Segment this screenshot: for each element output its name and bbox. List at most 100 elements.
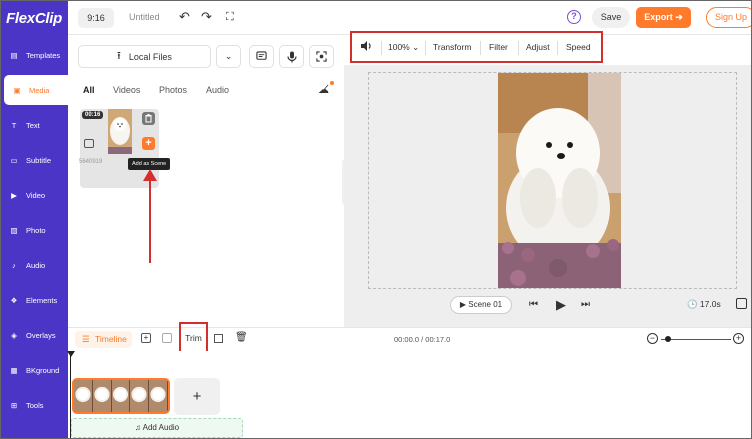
duration-value: 17.0s bbox=[699, 299, 721, 309]
help-icon[interactable]: ? bbox=[567, 10, 581, 24]
project-title[interactable]: Untitled bbox=[129, 12, 160, 22]
sidebar-item-label: Photo bbox=[26, 225, 46, 235]
signup-button[interactable]: Sign Up bbox=[706, 7, 751, 28]
sidebar-item-audio[interactable]: ♪ Audio bbox=[1, 250, 68, 280]
upload-dropdown[interactable]: ⌄ bbox=[216, 45, 241, 68]
timeline-time: 00:00.0 / 00:17.0 bbox=[394, 335, 451, 344]
sidebar-item-label: Audio bbox=[26, 260, 46, 270]
video-icon: ▶ bbox=[11, 190, 17, 200]
divider bbox=[480, 41, 481, 55]
undo-icon[interactable]: ↶ bbox=[179, 10, 190, 24]
templates-icon: ▤ bbox=[10, 50, 18, 60]
export-button[interactable]: Export ➜ bbox=[636, 7, 691, 28]
sidebar-item-label: Elements bbox=[26, 295, 58, 305]
save-button[interactable]: Save bbox=[592, 7, 630, 28]
local-files-label: Local Files bbox=[128, 51, 172, 62]
chevron-down-icon: ⌄ bbox=[409, 42, 420, 52]
sidebar-item-label: Templates bbox=[26, 50, 61, 60]
total-duration: 🕒 17.0s bbox=[687, 299, 721, 310]
music-note-icon: ♫ bbox=[134, 423, 143, 432]
delete-icon[interactable]: 🗑 bbox=[235, 332, 248, 343]
adjust-button[interactable]: Adjust bbox=[526, 42, 550, 52]
timeline-toggle[interactable]: ☰ Timeline bbox=[75, 331, 132, 348]
ai-chat-button[interactable] bbox=[249, 45, 274, 68]
record-audio-button[interactable] bbox=[279, 45, 304, 68]
scene-video-preview[interactable] bbox=[498, 73, 621, 288]
sidebar-item-bkground[interactable]: ▦ BKground bbox=[1, 355, 68, 385]
tab-all[interactable]: All bbox=[83, 85, 95, 95]
flexclip-logo[interactable]: FlexClip bbox=[1, 1, 68, 35]
sidebar-item-elements[interactable]: ❖ Elements bbox=[1, 285, 68, 315]
add-audio-button[interactable]: ♫ Add Audio bbox=[71, 418, 243, 438]
add-scene-icon[interactable]: + bbox=[141, 333, 151, 343]
sidebar-item-media[interactable]: ▣ Media bbox=[4, 75, 68, 105]
zoom-value: 100% bbox=[388, 42, 410, 52]
add-clip-button[interactable]: + bbox=[174, 378, 220, 415]
overlays-icon: ◈ bbox=[11, 330, 17, 340]
transform-button[interactable]: Transform bbox=[433, 42, 471, 52]
play-icon[interactable]: ▶ bbox=[556, 297, 566, 313]
next-icon[interactable]: ⏭ bbox=[581, 299, 590, 310]
arrow-right-icon: ➜ bbox=[675, 12, 683, 22]
sidebar-item-overlays[interactable]: ◈ Overlays bbox=[1, 320, 68, 350]
image-type-icon bbox=[84, 139, 94, 148]
screen-record-icon bbox=[316, 51, 327, 62]
sidebar-item-photo[interactable]: ▨ Photo bbox=[1, 215, 68, 245]
pomeranian-dog-image bbox=[498, 73, 621, 288]
microphone-icon bbox=[286, 51, 297, 62]
sidebar-item-subtitle[interactable]: ▭ Subtitle bbox=[1, 145, 68, 175]
zoom-in-icon[interactable]: + bbox=[733, 333, 744, 344]
previous-icon[interactable]: ⏮ bbox=[529, 299, 538, 310]
clip-frame bbox=[111, 380, 131, 412]
media-icon: ▣ bbox=[13, 85, 21, 95]
background-icon: ▦ bbox=[10, 365, 18, 375]
divider bbox=[381, 41, 382, 55]
fullscreen-icon[interactable]: ⛶ bbox=[226, 10, 234, 24]
sidebar-item-templates[interactable]: ▤ Templates bbox=[1, 40, 68, 70]
zoom-slider-handle[interactable] bbox=[665, 336, 671, 342]
delete-asset-button[interactable] bbox=[142, 112, 155, 125]
scene-selector[interactable]: ▶ Scene 01 bbox=[450, 296, 512, 314]
sidebar-item-label: BKground bbox=[26, 365, 60, 375]
notification-dot bbox=[330, 81, 334, 85]
trash-icon bbox=[145, 114, 152, 123]
scene-label: Scene 01 bbox=[468, 300, 503, 309]
fullscreen-preview-icon[interactable] bbox=[736, 298, 747, 309]
tab-audio[interactable]: Audio bbox=[206, 85, 229, 95]
sidebar-item-video[interactable]: ▶ Video bbox=[1, 180, 68, 210]
tab-photos[interactable]: Photos bbox=[159, 85, 187, 95]
subtitle-icon: ▭ bbox=[10, 155, 18, 165]
chevron-down-icon: ⌄ bbox=[224, 51, 233, 61]
sidebar-item-label: Tools bbox=[26, 400, 44, 410]
sidebar-item-tools[interactable]: ⊞ Tools bbox=[1, 390, 68, 420]
photo-icon: ▨ bbox=[10, 225, 18, 235]
filter-button[interactable]: Filter bbox=[489, 42, 508, 52]
timeline-clip[interactable] bbox=[72, 378, 170, 414]
zoom-select[interactable]: 100% ⌄ bbox=[388, 42, 419, 53]
asset-id: 5640919 bbox=[79, 159, 103, 165]
aspect-ratio-button[interactable]: 9:16 bbox=[78, 8, 114, 28]
annotation-arrow bbox=[143, 169, 157, 263]
trim-button[interactable]: Trim bbox=[179, 322, 208, 354]
sidebar-item-text[interactable]: T Text bbox=[1, 110, 68, 140]
audio-icon: ♪ bbox=[12, 260, 16, 270]
playhead-handle[interactable] bbox=[67, 351, 75, 357]
duplicate-icon[interactable] bbox=[214, 334, 223, 343]
timeline-label: Timeline bbox=[95, 334, 127, 344]
divider bbox=[518, 41, 519, 55]
zoom-slider-track[interactable] bbox=[661, 339, 731, 340]
add-as-scene-button[interactable]: + bbox=[142, 137, 155, 150]
local-files-button[interactable]: ⭱ Local Files bbox=[78, 45, 211, 68]
volume-icon[interactable] bbox=[360, 40, 372, 54]
zoom-out-icon[interactable]: − bbox=[647, 333, 658, 344]
cloud-off-icon[interactable]: ☁̸ bbox=[318, 83, 329, 96]
video-thumbnail bbox=[108, 109, 132, 154]
speed-button[interactable]: Speed bbox=[566, 42, 591, 52]
text-icon: T bbox=[11, 120, 17, 130]
redo-icon[interactable]: ↷ bbox=[201, 10, 212, 24]
dog-thumbnail-image bbox=[108, 109, 132, 154]
tab-videos[interactable]: Videos bbox=[113, 85, 140, 95]
screen-record-button[interactable] bbox=[309, 45, 334, 68]
elements-icon: ❖ bbox=[10, 295, 18, 305]
split-icon[interactable] bbox=[162, 333, 172, 343]
